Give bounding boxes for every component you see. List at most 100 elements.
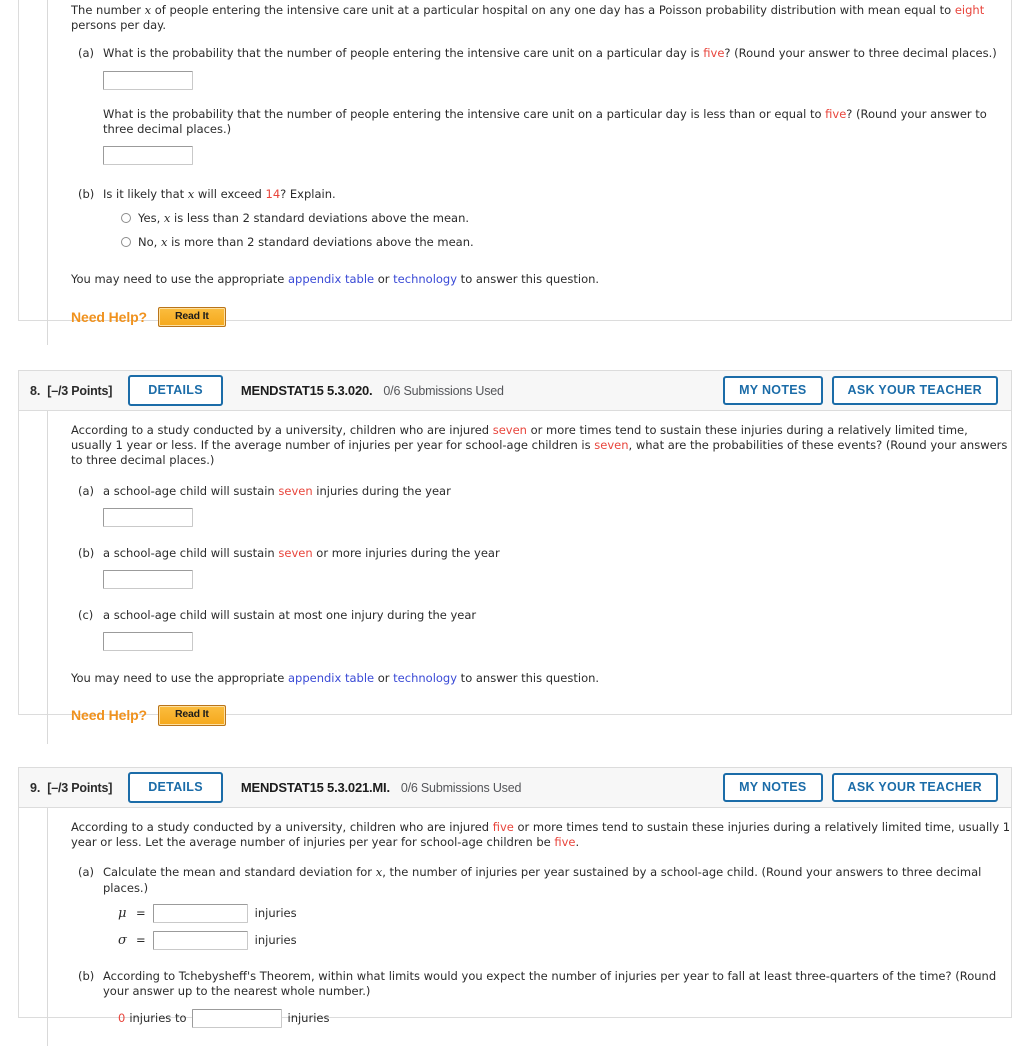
answer-input-7a2[interactable] — [103, 145, 193, 165]
question-7-need-help: Need Help? Read It — [71, 306, 1011, 328]
part-a-value: seven — [278, 483, 313, 498]
part-b-pre: Is it likely that — [103, 186, 188, 201]
part-b-body: According to Tchebysheff's Theorem, with… — [103, 968, 1011, 1029]
part-b-label: (b) — [78, 968, 95, 983]
question-8-header: 8. [–/3 Points] DETAILS MENDSTAT15 5.3.0… — [18, 370, 1012, 411]
range-from-value: 0 — [118, 1010, 126, 1025]
stem-value-2: five — [554, 835, 576, 850]
mean-unit-label: injuries — [254, 905, 297, 920]
question-9-number: 9. — [30, 780, 41, 795]
question-8-header-actions: MY NOTES ASK YOUR TEACHER — [723, 376, 998, 405]
answer-input-7a1[interactable] — [103, 70, 193, 90]
details-button[interactable]: DETAILS — [128, 375, 223, 406]
question-9-header-actions: MY NOTES ASK YOUR TEACHER — [723, 773, 998, 802]
choice-no-post: is more than 2 standard deviations above… — [167, 235, 474, 250]
need-help-label: Need Help? — [71, 707, 148, 724]
radio-choice-yes[interactable]: Yes, x is less than 2 standard deviation… — [103, 211, 1011, 226]
question-8-content: According to a study conducted by a univ… — [47, 411, 1011, 744]
question-9-content: According to a study conducted by a univ… — [47, 808, 1011, 1046]
answer-input-8b[interactable] — [103, 569, 193, 589]
ask-your-teacher-button[interactable]: ASK YOUR TEACHER — [831, 376, 998, 405]
part-a-q2-pre: What is the probability that the number … — [103, 106, 826, 121]
question-8-part-b: (b) a school-age child will sustain seve… — [71, 546, 1011, 589]
question-7-content: The number x of people entering the inte… — [47, 0, 1011, 346]
part-b-mid: will exceed — [194, 186, 266, 201]
choice-yes-pre: Yes, — [138, 211, 164, 226]
question-8-submissions: 0/6 Submissions Used — [383, 383, 504, 398]
stddev-input-row: σ = injuries — [103, 930, 1011, 950]
question-8-resource-note: You may need to use the appropriate appe… — [71, 671, 1011, 686]
stem-text-2: of people entering the intensive care un… — [151, 3, 955, 17]
part-b-value: 14 — [265, 186, 281, 201]
part-b-pre: a school-age child will sustain — [103, 545, 279, 560]
ask-your-teacher-button[interactable]: ASK YOUR TEACHER — [831, 773, 998, 802]
part-b-value: seven — [278, 545, 313, 560]
part-b-label: (b) — [78, 545, 95, 560]
need-help-label: Need Help? — [71, 308, 148, 325]
question-9-points: [–/3 Points] — [47, 780, 113, 795]
choice-no-pre: No, — [138, 235, 161, 250]
part-a-label: (a) — [78, 865, 95, 880]
technology-link[interactable]: technology — [393, 671, 457, 685]
part-a-pre: a school-age child will sustain — [103, 483, 279, 498]
stem-value-1: seven — [492, 423, 527, 437]
range-from-unit: injuries to — [129, 1010, 187, 1025]
question-8-part-a: (a) a school-age child will sustain seve… — [71, 484, 1011, 527]
question-9-submissions: 0/6 Submissions Used — [400, 780, 522, 795]
my-notes-button[interactable]: MY NOTES — [723, 773, 823, 802]
question-9-body: According to a study conducted by a univ… — [18, 808, 1012, 1046]
part-b-post: ? Explain. — [280, 186, 336, 201]
part-b-body: a school-age child will sustain seven or… — [103, 546, 1011, 589]
question-7-body: The number x of people entering the inte… — [18, 0, 1012, 346]
radio-choice-no[interactable]: No, x is more than 2 standard deviations… — [103, 235, 1011, 250]
note-mid: or — [374, 272, 394, 287]
equals-sign: = — [136, 905, 146, 920]
part-a-prompt: a school-age child will sustain seven in… — [103, 484, 1011, 499]
part-a-q1-pre: What is the probability that the number … — [103, 46, 704, 61]
answer-input-8c[interactable] — [103, 632, 193, 652]
question-card-7: The number x of people entering the inte… — [18, 0, 1012, 346]
question-9-part-b: (b) According to Tchebysheff's Theorem, … — [71, 968, 1011, 1029]
part-b-post: or more injuries during the year — [312, 545, 500, 560]
note-mid: or — [374, 671, 394, 686]
answer-input-8a[interactable] — [103, 507, 193, 527]
question-8-code: MENDSTAT15 5.3.020. — [240, 383, 373, 398]
equals-sign: = — [136, 932, 146, 947]
answer-input-9a-stddev[interactable] — [152, 930, 248, 950]
appendix-table-link[interactable]: appendix table — [288, 671, 374, 685]
part-a-body: Calculate the mean and standard deviatio… — [103, 865, 1011, 950]
question-8-stem: According to a study conducted by a univ… — [71, 423, 1011, 469]
choice-yes-label: Yes, x is less than 2 standard deviation… — [138, 211, 469, 226]
part-a-post: injuries during the year — [312, 483, 451, 498]
part-b-body: Is it likely that x will exceed 14? Expl… — [103, 187, 1011, 251]
appendix-table-link[interactable]: appendix table — [288, 272, 374, 286]
details-button[interactable]: DETAILS — [128, 772, 223, 803]
read-it-button[interactable]: Read It — [158, 306, 226, 328]
stem-text-1: The number — [71, 3, 145, 17]
question-9-stem: According to a study conducted by a univ… — [71, 820, 1011, 850]
answer-input-9a-mean[interactable] — [152, 903, 248, 923]
question-8-need-help: Need Help? Read It — [71, 705, 1011, 726]
range-to-unit: injuries — [287, 1010, 330, 1025]
stem-text-3: persons per day. — [71, 18, 166, 33]
part-a-prompt-2: What is the probability that the number … — [103, 107, 1011, 137]
part-c-label: (c) — [78, 607, 94, 622]
radio-button-icon[interactable] — [121, 213, 131, 224]
question-8-body: According to a study conducted by a univ… — [18, 411, 1012, 744]
my-notes-button[interactable]: MY NOTES — [723, 376, 823, 405]
note-post: to answer this question. — [457, 272, 600, 287]
choice-no-label: No, x is more than 2 standard deviations… — [138, 235, 474, 250]
part-b-prompt: a school-age child will sustain seven or… — [103, 546, 1011, 561]
technology-link[interactable]: technology — [393, 272, 457, 286]
question-9-header: 9. [–/3 Points] DETAILS MENDSTAT15 5.3.0… — [18, 767, 1012, 808]
question-card-9: 9. [–/3 Points] DETAILS MENDSTAT15 5.3.0… — [18, 767, 1012, 1046]
stddev-unit-label: injuries — [254, 932, 297, 947]
note-pre: You may need to use the appropriate — [71, 671, 288, 686]
part-a-pre: Calculate the mean and standard deviatio… — [103, 865, 376, 880]
part-a-body: a school-age child will sustain seven in… — [103, 484, 1011, 527]
radio-button-icon[interactable] — [121, 237, 131, 248]
question-card-8: 8. [–/3 Points] DETAILS MENDSTAT15 5.3.0… — [18, 370, 1012, 744]
part-b-prompt: According to Tchebysheff's Theorem, with… — [103, 968, 997, 998]
answer-input-9b-upper[interactable] — [191, 1009, 282, 1029]
read-it-button[interactable]: Read It — [158, 705, 226, 726]
